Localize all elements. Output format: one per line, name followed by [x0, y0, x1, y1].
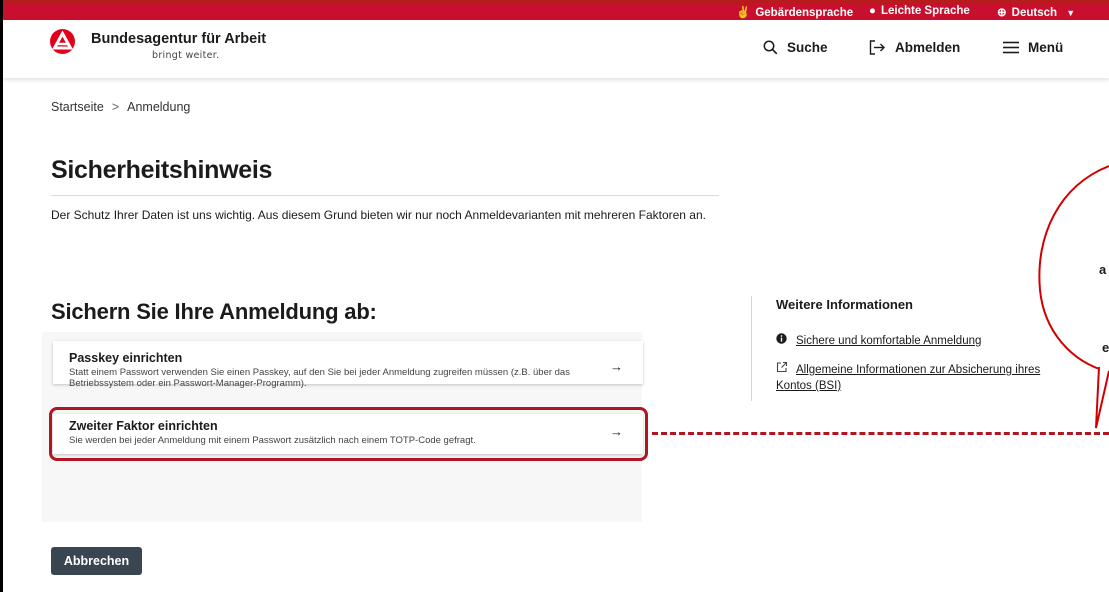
external-link-icon: [776, 361, 790, 378]
frame-left-border: [0, 0, 3, 592]
option-description: Statt einem Passwort verwenden Sie einen…: [69, 367, 570, 389]
arrow-right-icon: →: [610, 359, 623, 374]
breadcrumb: Startseite > Anmeldung: [51, 100, 190, 114]
callout-text-fragment: a: [1099, 262, 1107, 277]
info-icon: [776, 333, 790, 347]
logout-button[interactable]: Abmelden: [869, 40, 960, 55]
site-header: Bundesagentur für Arbeit bringt weiter. …: [3, 20, 1109, 78]
aside-link-bsi-info[interactable]: Allgemeine Informationen zur Absicherung…: [776, 361, 1076, 394]
sign-language-icon: ✌: [736, 7, 751, 19]
dashed-connector-line: [652, 432, 1109, 435]
menu-button[interactable]: Menü: [1003, 40, 1063, 55]
ba-logo-icon[interactable]: [50, 29, 75, 54]
globe-icon: ⊕: [997, 7, 1007, 19]
section-title: Sichern Sie Ihre Anmeldung ab:: [51, 299, 377, 324]
highlight-annotation-box: [49, 407, 648, 461]
utility-bar: ✌ Gebärdensprache ● Leichte Sprache ⊕ Deuts…: [3, 3, 1109, 20]
breadcrumb-separator: >: [111, 100, 120, 114]
intro-text: Der Schutz Ihrer Daten ist uns wichtig. …: [51, 208, 706, 222]
passkey-option-card[interactable]: Passkey einrichten Statt einem Passwort …: [53, 341, 643, 389]
breadcrumb-home-link[interactable]: Startseite: [51, 100, 104, 114]
title-divider: [51, 195, 719, 196]
callout-text-fragment: e: [1102, 340, 1109, 355]
brand-tagline: bringt weiter.: [152, 50, 220, 61]
search-icon: [763, 40, 778, 55]
easy-language-icon: ●: [869, 5, 876, 17]
brand-name: Bundesagentur für Arbeit: [91, 31, 267, 47]
page-title: Sicherheitshinweis: [51, 156, 273, 184]
chevron-down-icon: ▼: [1066, 8, 1076, 18]
language-selector[interactable]: ⊕ Deutsch ▼: [997, 5, 1075, 19]
option-title: Passkey einrichten: [69, 351, 183, 365]
logout-icon: [869, 40, 885, 55]
cancel-button[interactable]: Abbrechen: [51, 547, 142, 575]
search-button[interactable]: Suche: [763, 40, 828, 55]
breadcrumb-current: Anmeldung: [127, 100, 191, 114]
utility-link-easy-language[interactable]: ● Leichte Sprache: [869, 5, 970, 17]
aside-link-secure-login[interactable]: Sichere und komfortable Anmeldung: [776, 333, 981, 347]
aside-title: Weitere Informationen: [776, 297, 914, 312]
aside-divider: [751, 296, 752, 401]
utility-link-sign-language[interactable]: ✌ Gebärdensprache: [736, 5, 853, 19]
hamburger-menu-icon: [1003, 41, 1019, 54]
